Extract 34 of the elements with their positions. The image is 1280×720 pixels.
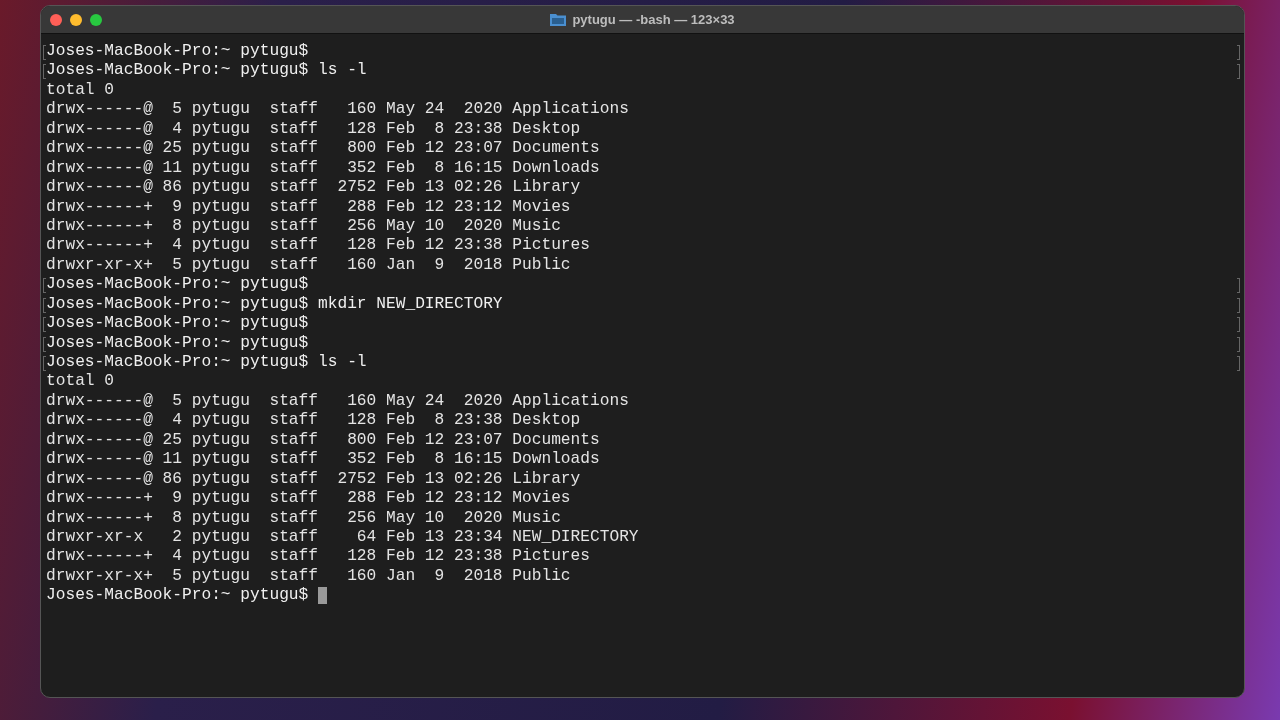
output-line: drwx------@ 4 pytugu staff 128 Feb 8 23:38 Desktop [46, 119, 581, 140]
output-line: drwx------+ 9 pytugu staff 288 Feb 12 23:12 Movies [46, 489, 571, 509]
output-line: total 0 [46, 372, 114, 392]
prompt-line: Joses-MacBook-Pro:~ pytugu$ ls -l [46, 353, 367, 373]
output-line: drwx------@ 86 pytugu staff 2752 Feb 13 02:26 Library [46, 178, 581, 198]
prompt-line: Joses-MacBook-Pro:~ pytugu$ ls -l [46, 61, 367, 81]
output-line: drwxr-xr-x+ 5 pytugu staff 160 Jan 9 2018 Public [46, 566, 571, 587]
prompt-line: Joses-MacBook-Pro:~ pytugu$ [46, 314, 309, 334]
prompt-line: Joses-MacBook-Pro:~ pytugu$ [46, 275, 309, 295]
output-line: drwx------@ 5 pytugu staff 160 May 24 2020 Applications [46, 100, 629, 120]
output-line: drwx------+ 4 pytugu staff 128 Feb 12 23:38 Pictures [46, 547, 590, 567]
output-line: drwx------+ 8 pytugu staff 256 May 10 2020 Music [46, 216, 561, 237]
output-line: drwx------@ 25 pytugu staff 800 Feb 12 23:07 Documents [46, 139, 600, 159]
output-line: drwx------@ 5 pytugu staff 160 May 24 2020 Applications [46, 391, 629, 412]
output-line: drwx------+ 8 pytugu staff 256 May 10 2020 Music [46, 508, 561, 528]
zoom-button[interactable] [90, 13, 102, 26]
close-button[interactable] [50, 13, 62, 26]
output-line: drwx------@ 11 pytugu staff 352 Feb 8 16:15 Downloads [46, 158, 600, 179]
output-line: drwx------+ 9 pytugu staff 288 Feb 12 23:12 Movies [46, 197, 571, 217]
prompt-line: Joses-MacBook-Pro:~ pytugu$ [46, 586, 309, 606]
output-line: drwx------@ 11 pytugu staff 352 Feb 8 16:15 Downloads [46, 450, 600, 470]
prompt-line: Joses-MacBook-Pro:~ pytugu$ mkdir NEW_DIRECTORY [46, 294, 503, 315]
output-line: drwx------@ 86 pytugu staff 2752 Feb 13 02:26 Library [46, 469, 581, 490]
output-line: drwxr-xr-x+ 5 pytugu staff 160 Jan 9 2018 Public [46, 255, 571, 276]
folder-icon [550, 13, 567, 26]
output-line: drwx------@ 4 pytugu staff 128 Feb 8 23:38 Desktop [46, 411, 581, 431]
output-line: total 0 [46, 80, 114, 101]
prompt-line: Joses-MacBook-Pro:~ pytugu$ [46, 333, 309, 353]
output-line: drwx------+ 4 pytugu staff 128 Feb 12 23:38 Pictures [46, 236, 590, 256]
prompt-line: Joses-MacBook-Pro:~ pytugu$ [46, 42, 309, 62]
output-line: drwxr-xr-x 2 pytugu staff 64 Feb 13 23:34 NEW_DIRECTORY [46, 527, 639, 548]
minimize-button[interactable] [70, 13, 82, 26]
window-title: pytugu — -bash — 123×33 [572, 12, 735, 27]
output-line: drwx------@ 25 pytugu staff 800 Feb 12 23:07 Documents [46, 430, 600, 451]
